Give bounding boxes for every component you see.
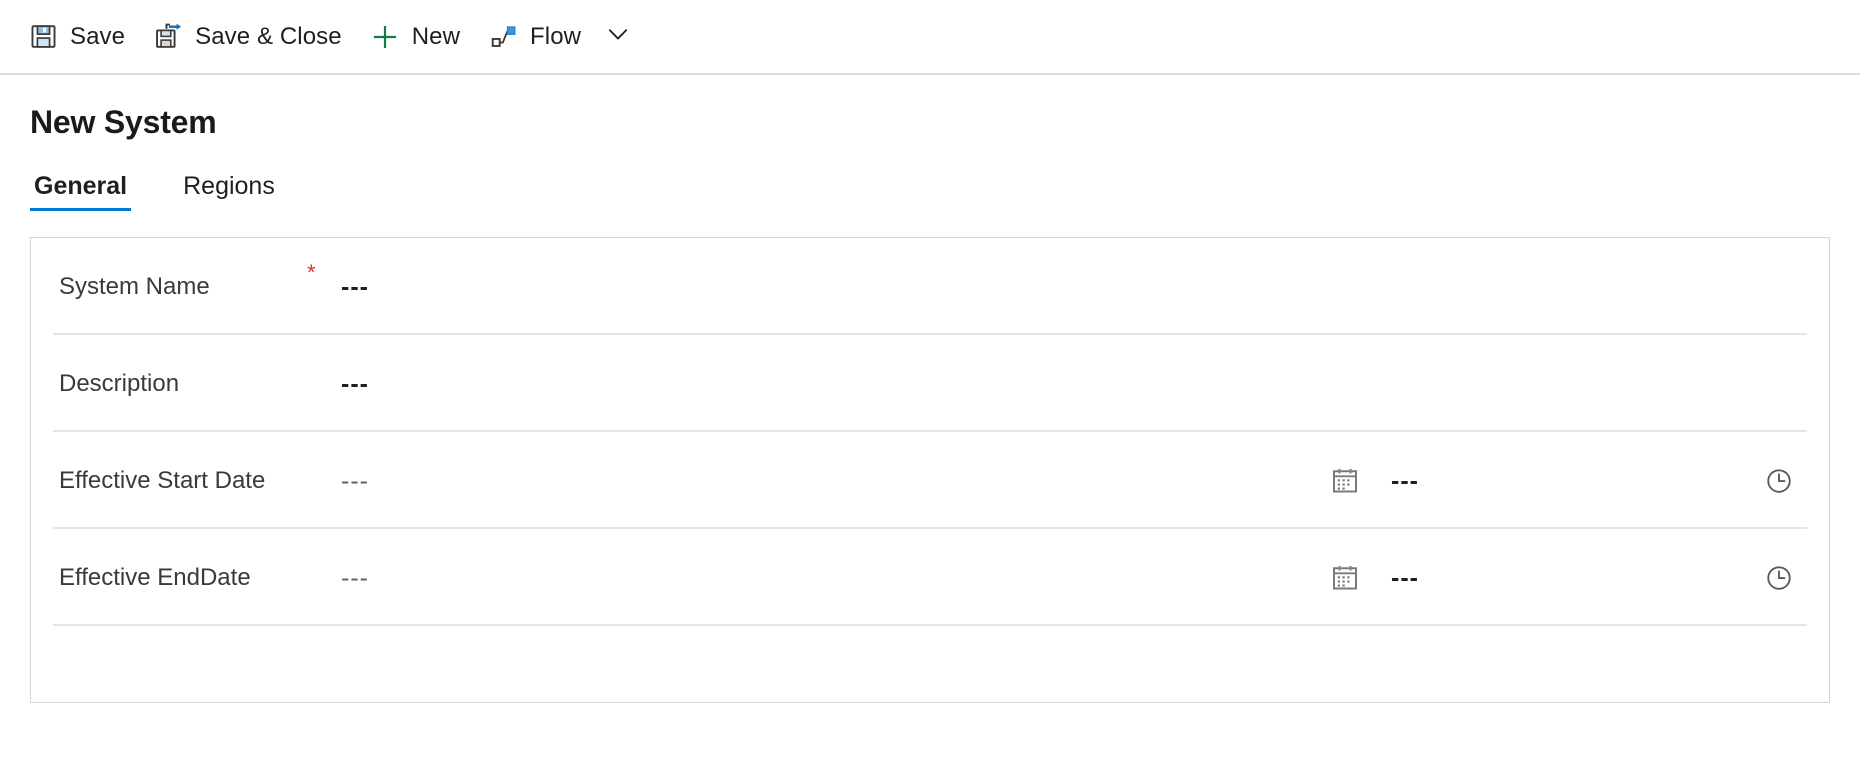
form-card: System Name * --- Description --- Effect… — [30, 237, 1830, 703]
flow-button[interactable]: Flow — [474, 11, 595, 63]
time-controls-end — [1419, 558, 1799, 598]
save-and-close-icon — [153, 22, 183, 52]
required-indicator-system-name: * — [307, 260, 316, 285]
clock-icon[interactable] — [1759, 558, 1799, 598]
new-button-label: New — [411, 22, 461, 50]
field-label-effective-start-date: Effective Start Date — [59, 466, 266, 494]
form-row-description: Description --- — [31, 335, 1829, 432]
page-title: New System — [30, 104, 217, 140]
field-value-effective-start-date[interactable]: --- — [341, 466, 381, 496]
field-label-system-name: System Name — [59, 272, 210, 300]
flow-button-label: Flow — [530, 22, 582, 50]
clock-icon[interactable] — [1759, 461, 1799, 501]
calendar-icon[interactable] — [1325, 461, 1365, 501]
tab-general-label: General — [34, 172, 128, 200]
form-row-effective-start-date: Effective Start Date --- --- — [31, 432, 1829, 529]
time-controls-start — [1419, 461, 1799, 501]
field-value-description[interactable]: --- — [341, 369, 381, 399]
field-value-effective-end-date[interactable]: --- — [341, 563, 381, 593]
command-bar-overflow-button[interactable] — [595, 11, 641, 63]
field-label-description: Description — [59, 369, 180, 397]
form-tabs: General Regions — [30, 167, 1860, 211]
new-button[interactable]: New — [356, 11, 474, 63]
save-button-label: Save — [70, 22, 126, 50]
save-and-close-button[interactable]: Save & Close — [139, 11, 356, 63]
date-controls-end: --- — [1325, 558, 1419, 598]
form-row-effective-end-date: Effective EndDate --- --- — [31, 529, 1829, 626]
flow-icon — [488, 22, 518, 52]
calendar-icon[interactable] — [1325, 558, 1365, 598]
plus-icon — [370, 22, 400, 52]
command-bar: Save Save & Close New Flow — [0, 0, 1860, 75]
field-value-system-name[interactable]: --- — [341, 272, 381, 302]
tab-regions[interactable]: Regions — [179, 171, 279, 211]
chevron-down-icon — [605, 21, 631, 52]
date-controls-start: --- — [1325, 461, 1419, 501]
field-value-effective-start-time[interactable]: --- — [1391, 466, 1419, 496]
save-and-close-button-label: Save & Close — [195, 22, 342, 50]
tab-general[interactable]: General — [30, 171, 132, 211]
form-row-system-name: System Name * --- — [31, 238, 1829, 335]
save-icon — [28, 22, 58, 52]
tab-regions-label: Regions — [183, 172, 275, 200]
save-button[interactable]: Save — [14, 11, 139, 63]
field-label-effective-end-date: Effective EndDate — [59, 563, 251, 591]
field-value-effective-end-time[interactable]: --- — [1391, 563, 1419, 593]
